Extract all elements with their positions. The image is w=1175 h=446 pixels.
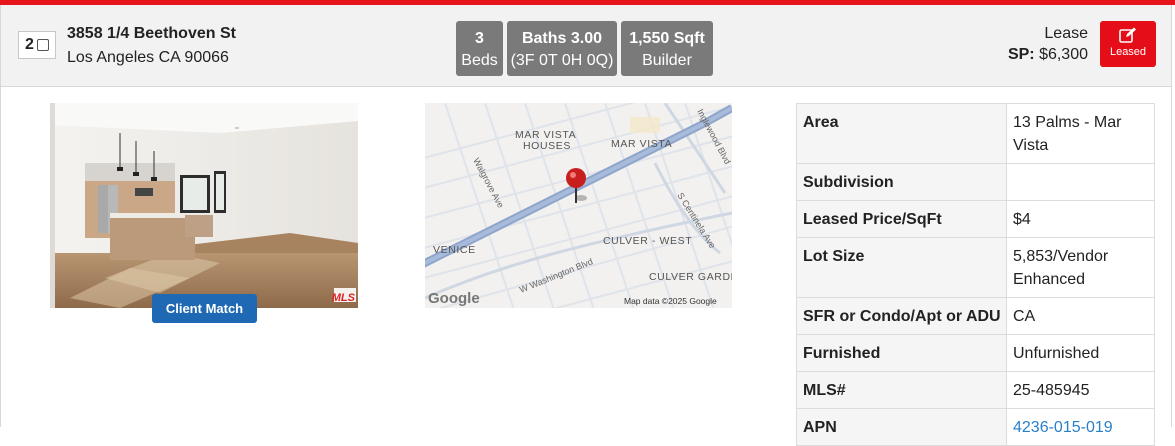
detail-value-mls: 25-485945 <box>1006 371 1155 409</box>
sqft-badge: 1,550 Sqft Builder <box>621 21 713 76</box>
detail-value-area: 13 Palms - Mar Vista <box>1006 103 1155 164</box>
detail-value-furnished: Unfurnished <box>1006 334 1155 372</box>
sqft-source: Builder <box>642 52 692 69</box>
details-table: Area 13 Palms - Mar Vista Subdivision Le… <box>796 103 1155 446</box>
detail-label-subdivision: Subdivision <box>796 163 1007 201</box>
detail-label-price-sqft: Leased Price/SqFt <box>796 200 1007 238</box>
map-label-culver-gardens: CULVER GARDE <box>649 271 732 283</box>
detail-label-mls: MLS# <box>796 371 1007 409</box>
beds-value: 3 <box>475 30 484 47</box>
detail-value-price-sqft: $4 <box>1006 200 1155 238</box>
detail-label-furnished: Furnished <box>796 334 1007 372</box>
map-label-mar-vista-houses-2: HOUSES <box>523 140 571 152</box>
table-row: Area 13 Palms - Mar Vista <box>796 103 1155 164</box>
listing-status: Lease <box>1044 25 1088 42</box>
detail-label-area: Area <box>796 103 1007 164</box>
kitchen-photo-image <box>50 103 358 308</box>
baths-value: Baths 3.00 <box>521 30 603 47</box>
table-row: MLS# 25-485945 <box>796 371 1155 409</box>
sold-price-value: $6,300 <box>1039 46 1088 63</box>
edit-icon <box>1119 27 1136 43</box>
listing-index: 2 <box>25 36 34 53</box>
listing-header: 2 3858 1/4 Beethoven St Los Angeles CA 9… <box>0 5 1172 87</box>
beds-badge: 3 Beds <box>456 21 503 76</box>
table-row: Leased Price/SqFt $4 <box>796 200 1155 238</box>
select-listing[interactable]: 2 <box>18 31 56 59</box>
detail-value-apn-cell: 4236-015-019 <box>1006 408 1155 446</box>
beds-label: Beds <box>461 52 498 69</box>
google-logo: Google <box>428 290 480 307</box>
map-image: MAR VISTA HOUSES MAR VISTA VENICE CULVER… <box>425 103 732 308</box>
map-label-mar-vista: MAR VISTA <box>611 138 672 150</box>
detail-label-lot-size: Lot Size <box>796 237 1007 298</box>
sold-price-label: SP: <box>1007 46 1035 63</box>
leased-button-label: Leased <box>1109 46 1147 58</box>
table-row: Subdivision <box>796 163 1155 201</box>
listing-photo[interactable]: MLS <box>50 103 358 308</box>
map-attribution[interactable]: Map data ©2025 Google <box>624 296 717 306</box>
table-row: APN 4236-015-019 <box>796 408 1155 446</box>
map-label-culver-west: CULVER - WEST <box>603 235 692 247</box>
divider-right <box>1171 87 1172 427</box>
divider-left <box>0 87 1 427</box>
detail-label-property-type: SFR or Condo/Apt or ADU <box>796 297 1007 335</box>
client-match-button[interactable]: Client Match <box>152 294 257 323</box>
detail-value-lot-size: 5,853/Vendor Enhanced <box>1006 237 1155 298</box>
table-row: Furnished Unfurnished <box>796 334 1155 372</box>
detail-label-apn: APN <box>796 408 1007 446</box>
map-label-venice: VENICE <box>433 244 476 256</box>
address-city: Los Angeles CA 90066 <box>67 49 229 66</box>
baths-breakdown: (3F 0T 0H 0Q) <box>510 52 614 69</box>
apn-link[interactable]: 4236-015-019 <box>1013 419 1113 436</box>
location-map[interactable]: MAR VISTA HOUSES MAR VISTA VENICE CULVER… <box>425 103 732 308</box>
table-row: SFR or Condo/Apt or ADU CA <box>796 297 1155 335</box>
mls-watermark: MLS <box>331 292 355 304</box>
detail-value-subdivision <box>1006 163 1155 201</box>
detail-value-property-type: CA <box>1006 297 1155 335</box>
table-row: Lot Size 5,853/Vendor Enhanced <box>796 237 1155 298</box>
select-checkbox[interactable] <box>36 39 49 51</box>
leased-button[interactable]: Leased <box>1100 21 1156 67</box>
sqft-value: 1,550 Sqft <box>629 30 705 47</box>
sold-price: SP: $6,300 <box>1008 46 1088 64</box>
baths-badge: Baths 3.00 (3F 0T 0H 0Q) <box>507 21 617 76</box>
address-street[interactable]: 3858 1/4 Beethoven St <box>67 25 236 43</box>
